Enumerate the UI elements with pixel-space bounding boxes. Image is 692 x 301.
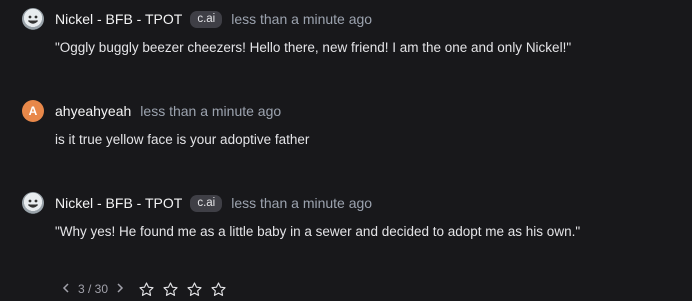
smiling-face-icon (27, 199, 39, 208)
message-text: "Why yes! He found me as a little baby i… (55, 224, 581, 239)
rating-stars (138, 281, 234, 298)
author-name[interactable]: Nickel - BFB - TPOT (55, 195, 182, 211)
message-header: Nickel - BFB - TPOT c.ai less than a min… (22, 8, 682, 30)
ai-badge: c.ai (190, 194, 223, 212)
star-icon[interactable] (138, 281, 155, 298)
message-header: Nickel - BFB - TPOT c.ai less than a min… (22, 192, 682, 214)
star-icon[interactable] (162, 281, 179, 298)
timestamp: less than a minute ago (140, 103, 282, 119)
author-name[interactable]: Nickel - BFB - TPOT (55, 11, 182, 27)
star-icon[interactable] (210, 281, 227, 298)
swipe-counter: 3 / 30 (78, 282, 109, 296)
timestamp: less than a minute ago (231, 195, 373, 211)
character-avatar[interactable] (22, 8, 44, 30)
smiling-face-icon (27, 15, 39, 24)
message-text: "Oggly buggly beezer cheezers! Hello the… (55, 40, 572, 55)
chevron-left-icon[interactable] (62, 282, 70, 296)
message-bot: Nickel - BFB - TPOT c.ai less than a min… (22, 8, 682, 57)
star-icon[interactable] (186, 281, 203, 298)
message-footer: 3 / 30 (62, 280, 234, 298)
ai-badge: c.ai (190, 10, 223, 28)
message-header: A ahyeahyeah less than a minute ago (22, 100, 682, 122)
chat-thread: Nickel - BFB - TPOT c.ai less than a min… (0, 0, 692, 301)
timestamp: less than a minute ago (231, 11, 373, 27)
chevron-right-icon[interactable] (116, 282, 124, 296)
author-name[interactable]: ahyeahyeah (55, 103, 131, 119)
character-avatar[interactable] (22, 192, 44, 214)
message-user: A ahyeahyeah less than a minute ago is i… (22, 100, 682, 149)
message-text: is it true yellow face is your adoptive … (55, 132, 310, 147)
user-avatar[interactable]: A (22, 100, 44, 122)
message-bot: Nickel - BFB - TPOT c.ai less than a min… (22, 192, 682, 241)
